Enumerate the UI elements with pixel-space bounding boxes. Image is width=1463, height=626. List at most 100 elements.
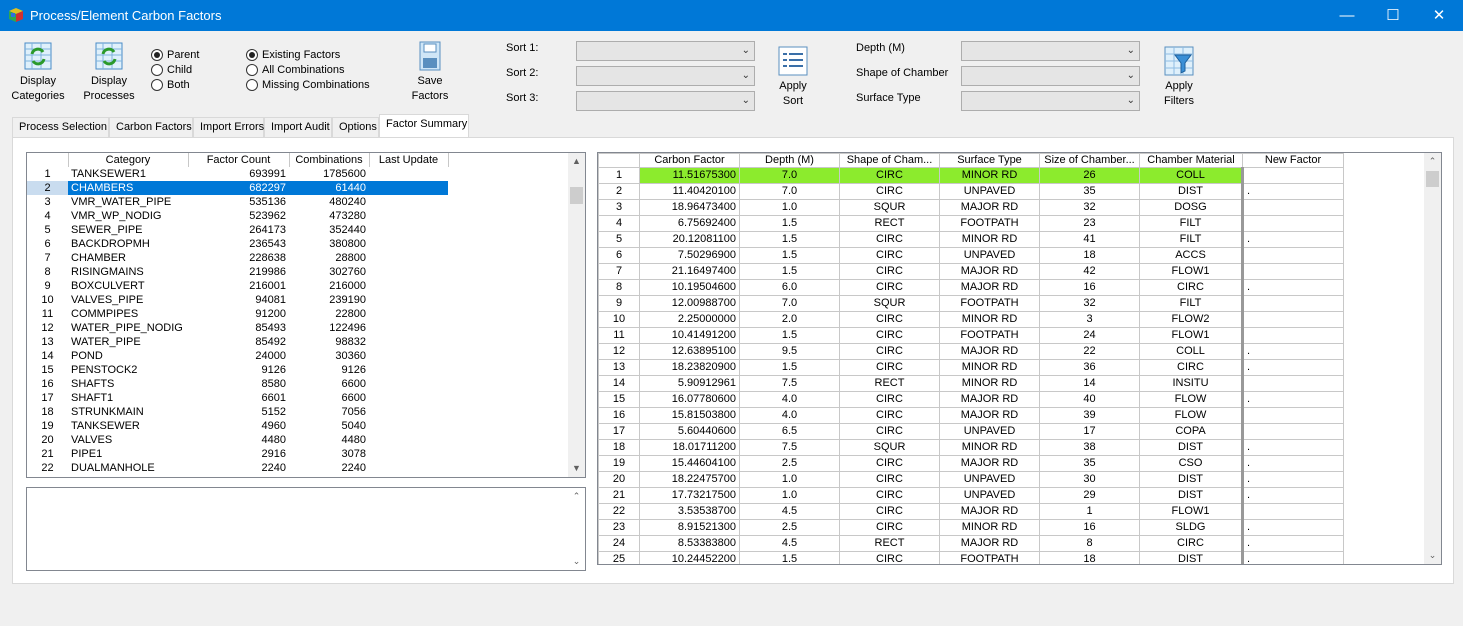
- table-row[interactable]: 21 17.73217500 1.0 CIRC UNPAVED 29 DIST.: [598, 487, 1344, 504]
- tab-carbon-factors[interactable]: Carbon Factors: [109, 117, 193, 137]
- table-row[interactable]: 12 12.63895100 9.5 CIRC MAJOR RD 22 COLL.: [598, 343, 1344, 360]
- scroll-thumb[interactable]: [1426, 171, 1439, 187]
- table-row[interactable]: 18 18.01711200 7.5 SQUR MINOR RD 38 DIST.: [598, 439, 1344, 456]
- apply-filters-label: Apply Filters: [1164, 80, 1194, 107]
- table-cell: .: [1241, 279, 1344, 296]
- radio-existing-factors[interactable]: Existing Factors: [246, 47, 340, 62]
- table-row[interactable]: 13 18.23820900 1.5 CIRC MINOR RD 36 CIRC.: [598, 359, 1344, 376]
- tab-import-audit[interactable]: Import Audit: [264, 117, 332, 137]
- table-row[interactable]: 16 15.81503800 4.0 CIRC MAJOR RD 39 FLOW: [598, 407, 1344, 424]
- table-row[interactable]: 2 CHAMBERS 682297 61440: [27, 181, 448, 195]
- table-row[interactable]: 15 PENSTOCK2 9126 9126: [27, 363, 448, 377]
- table-row[interactable]: 20 18.22475700 1.0 CIRC UNPAVED 30 DIST.: [598, 471, 1344, 488]
- tab-factor-summary[interactable]: Factor Summary: [379, 114, 469, 137]
- apply-filters-button[interactable]: Apply Filters: [1156, 45, 1202, 109]
- shape-filter-dropdown[interactable]: ⌄: [961, 66, 1140, 86]
- display-categories-button[interactable]: Display Categories: [8, 40, 68, 104]
- factor-grid[interactable]: Carbon Factor Depth (M) Shape of Cham... Su…: [597, 152, 1442, 565]
- table-row[interactable]: 6 7.50296900 1.5 CIRC UNPAVED 18 ACCS: [598, 247, 1344, 264]
- category-grid[interactable]: Category Factor Count Combinations Last Upd…: [26, 152, 586, 478]
- scroll-down-icon[interactable]: ⌄: [1424, 547, 1441, 564]
- table-row[interactable]: 8 10.19504600 6.0 CIRC MAJOR RD 16 CIRC.: [598, 279, 1344, 296]
- factor-grid-scrollbar[interactable]: ⌃ ⌄: [1424, 153, 1441, 564]
- table-row[interactable]: 19 15.44604100 2.5 CIRC MAJOR RD 35 CSO.: [598, 455, 1344, 472]
- table-row[interactable]: 3 18.96473400 1.0 SQUR MAJOR RD 32 DOSG: [598, 199, 1344, 216]
- table-row[interactable]: 13 WATER_PIPE 85492 98832: [27, 335, 448, 349]
- memo-scrollbar[interactable]: ⌃ ⌄: [568, 488, 585, 570]
- table-row[interactable]: 10 VALVES_PIPE 94081 239190: [27, 293, 448, 307]
- category-grid-scrollbar[interactable]: ▲ ▼: [568, 153, 585, 477]
- table-row[interactable]: 5 20.12081100 1.5 CIRC MINOR RD 41 FILT.: [598, 231, 1344, 248]
- table-row[interactable]: 4 6.75692400 1.5 RECT FOOTPATH 23 FILT: [598, 215, 1344, 232]
- tab-import-errors[interactable]: Import Errors: [193, 117, 264, 137]
- surface-filter-dropdown[interactable]: ⌄: [961, 91, 1140, 111]
- tab-options[interactable]: Options: [332, 117, 379, 137]
- table-row[interactable]: 11 COMMPIPES 91200 22800: [27, 307, 448, 321]
- table-row[interactable]: 15 16.07780600 4.0 CIRC MAJOR RD 40 FLOW.: [598, 391, 1344, 408]
- display-processes-button[interactable]: Display Processes: [80, 40, 138, 104]
- depth-filter-dropdown[interactable]: ⌄: [961, 41, 1140, 61]
- table-row[interactable]: 5 SEWER_PIPE 264173 352440: [27, 223, 448, 237]
- table-row[interactable]: 4 VMR_WP_NODIG 523962 473280: [27, 209, 448, 223]
- table-row[interactable]: 6 BACKDROPMH 236543 380800: [27, 237, 448, 251]
- scroll-thumb[interactable]: [570, 187, 583, 204]
- table-row[interactable]: 22 3.53538700 4.5 CIRC MAJOR RD 1 FLOW1: [598, 503, 1344, 520]
- table-row[interactable]: 17 SHAFT1 6601 6600: [27, 391, 448, 405]
- scroll-up-icon[interactable]: ⌃: [568, 488, 585, 505]
- table-row[interactable]: 17 5.60440600 6.5 CIRC UNPAVED 17 COPA: [598, 423, 1344, 440]
- table-row[interactable]: 18 STRUNKMAIN 5152 7056: [27, 405, 448, 419]
- table-row[interactable]: 9 BOXCULVERT 216001 216000: [27, 279, 448, 293]
- table-row[interactable]: 2 11.40420100 7.0 CIRC UNPAVED 35 DIST.: [598, 183, 1344, 200]
- table-row[interactable]: 24 8.53383800 4.5 RECT MAJOR RD 8 CIRC.: [598, 535, 1344, 552]
- radio-parent[interactable]: Parent: [151, 47, 199, 62]
- maximize-button[interactable]: ☐: [1370, 0, 1416, 31]
- details-memo[interactable]: ⌃ ⌄: [26, 487, 586, 571]
- table-row[interactable]: 9 12.00988700 7.0 SQUR FOOTPATH 32 FILT: [598, 295, 1344, 312]
- apply-sort-button[interactable]: Apply Sort: [770, 45, 816, 109]
- scroll-up-icon[interactable]: ⌃: [1424, 153, 1441, 170]
- table-cell: 7.0: [739, 183, 840, 200]
- table-cell: MINOR RD: [939, 375, 1040, 392]
- radio-child[interactable]: Child: [151, 62, 192, 77]
- tab-process-selection[interactable]: Process Selection: [12, 117, 109, 137]
- table-row[interactable]: 10 2.25000000 2.0 CIRC MINOR RD 3 FLOW2: [598, 311, 1344, 328]
- save-factors-button[interactable]: Save Factors: [404, 40, 456, 104]
- radio-all-combinations[interactable]: All Combinations: [246, 62, 345, 77]
- table-row[interactable]: 7 21.16497400 1.5 CIRC MAJOR RD 42 FLOW1: [598, 263, 1344, 280]
- scroll-down-icon[interactable]: ▼: [568, 460, 585, 477]
- table-cell: [369, 307, 448, 321]
- app-cube-icon: [9, 8, 23, 22]
- table-cell: 35: [1039, 183, 1140, 200]
- table-row[interactable]: 14 5.90912961 7.5 RECT MINOR RD 14 INSITU: [598, 375, 1344, 392]
- table-cell: 32: [1039, 295, 1140, 312]
- table-row[interactable]: 8 RISINGMAINS 219986 302760: [27, 265, 448, 279]
- table-cell: CIRC: [839, 551, 940, 564]
- scroll-up-icon[interactable]: ▲: [568, 153, 585, 170]
- sort3-dropdown[interactable]: ⌄: [576, 91, 755, 111]
- table-row[interactable]: 19 TANKSEWER 4960 5040: [27, 419, 448, 433]
- table-cell: 16: [1039, 279, 1140, 296]
- table-row[interactable]: 11 10.41491200 1.5 CIRC FOOTPATH 24 FLOW1: [598, 327, 1344, 344]
- scroll-down-icon[interactable]: ⌄: [568, 553, 585, 570]
- minimize-button[interactable]: —: [1324, 0, 1370, 31]
- table-row[interactable]: 12 WATER_PIPE_NODIG 85493 122496: [27, 321, 448, 335]
- radio-both[interactable]: Both: [151, 77, 190, 92]
- table-row[interactable]: 1 11.51675300 7.0 CIRC MINOR RD 26 COLL: [598, 167, 1344, 184]
- radio-missing-combinations[interactable]: Missing Combinations: [246, 77, 370, 92]
- sort1-dropdown[interactable]: ⌄: [576, 41, 755, 61]
- table-row[interactable]: 22 DUALMANHOLE 2240 2240: [27, 461, 448, 475]
- table-cell: [1241, 407, 1344, 424]
- table-row[interactable]: 21 PIPE1 2916 3078: [27, 447, 448, 461]
- table-row[interactable]: 7 CHAMBER 228638 28800: [27, 251, 448, 265]
- close-button[interactable]: ✕: [1416, 0, 1462, 31]
- table-row[interactable]: 23 8.91521300 2.5 CIRC MINOR RD 16 SLDG.: [598, 519, 1344, 536]
- table-row[interactable]: 3 VMR_WATER_PIPE 535136 480240: [27, 195, 448, 209]
- table-row[interactable]: 20 VALVES 4480 4480: [27, 433, 448, 447]
- table-cell: 7.5: [739, 375, 840, 392]
- table-cell: [369, 349, 448, 363]
- table-row[interactable]: 25 10.24452200 1.5 CIRC FOOTPATH 18 DIST.: [598, 551, 1344, 564]
- sort2-dropdown[interactable]: ⌄: [576, 66, 755, 86]
- table-row[interactable]: 16 SHAFTS 8580 6600: [27, 377, 448, 391]
- table-row[interactable]: 1 TANKSEWER1 693991 1785600: [27, 167, 448, 181]
- table-row[interactable]: 14 POND 24000 30360: [27, 349, 448, 363]
